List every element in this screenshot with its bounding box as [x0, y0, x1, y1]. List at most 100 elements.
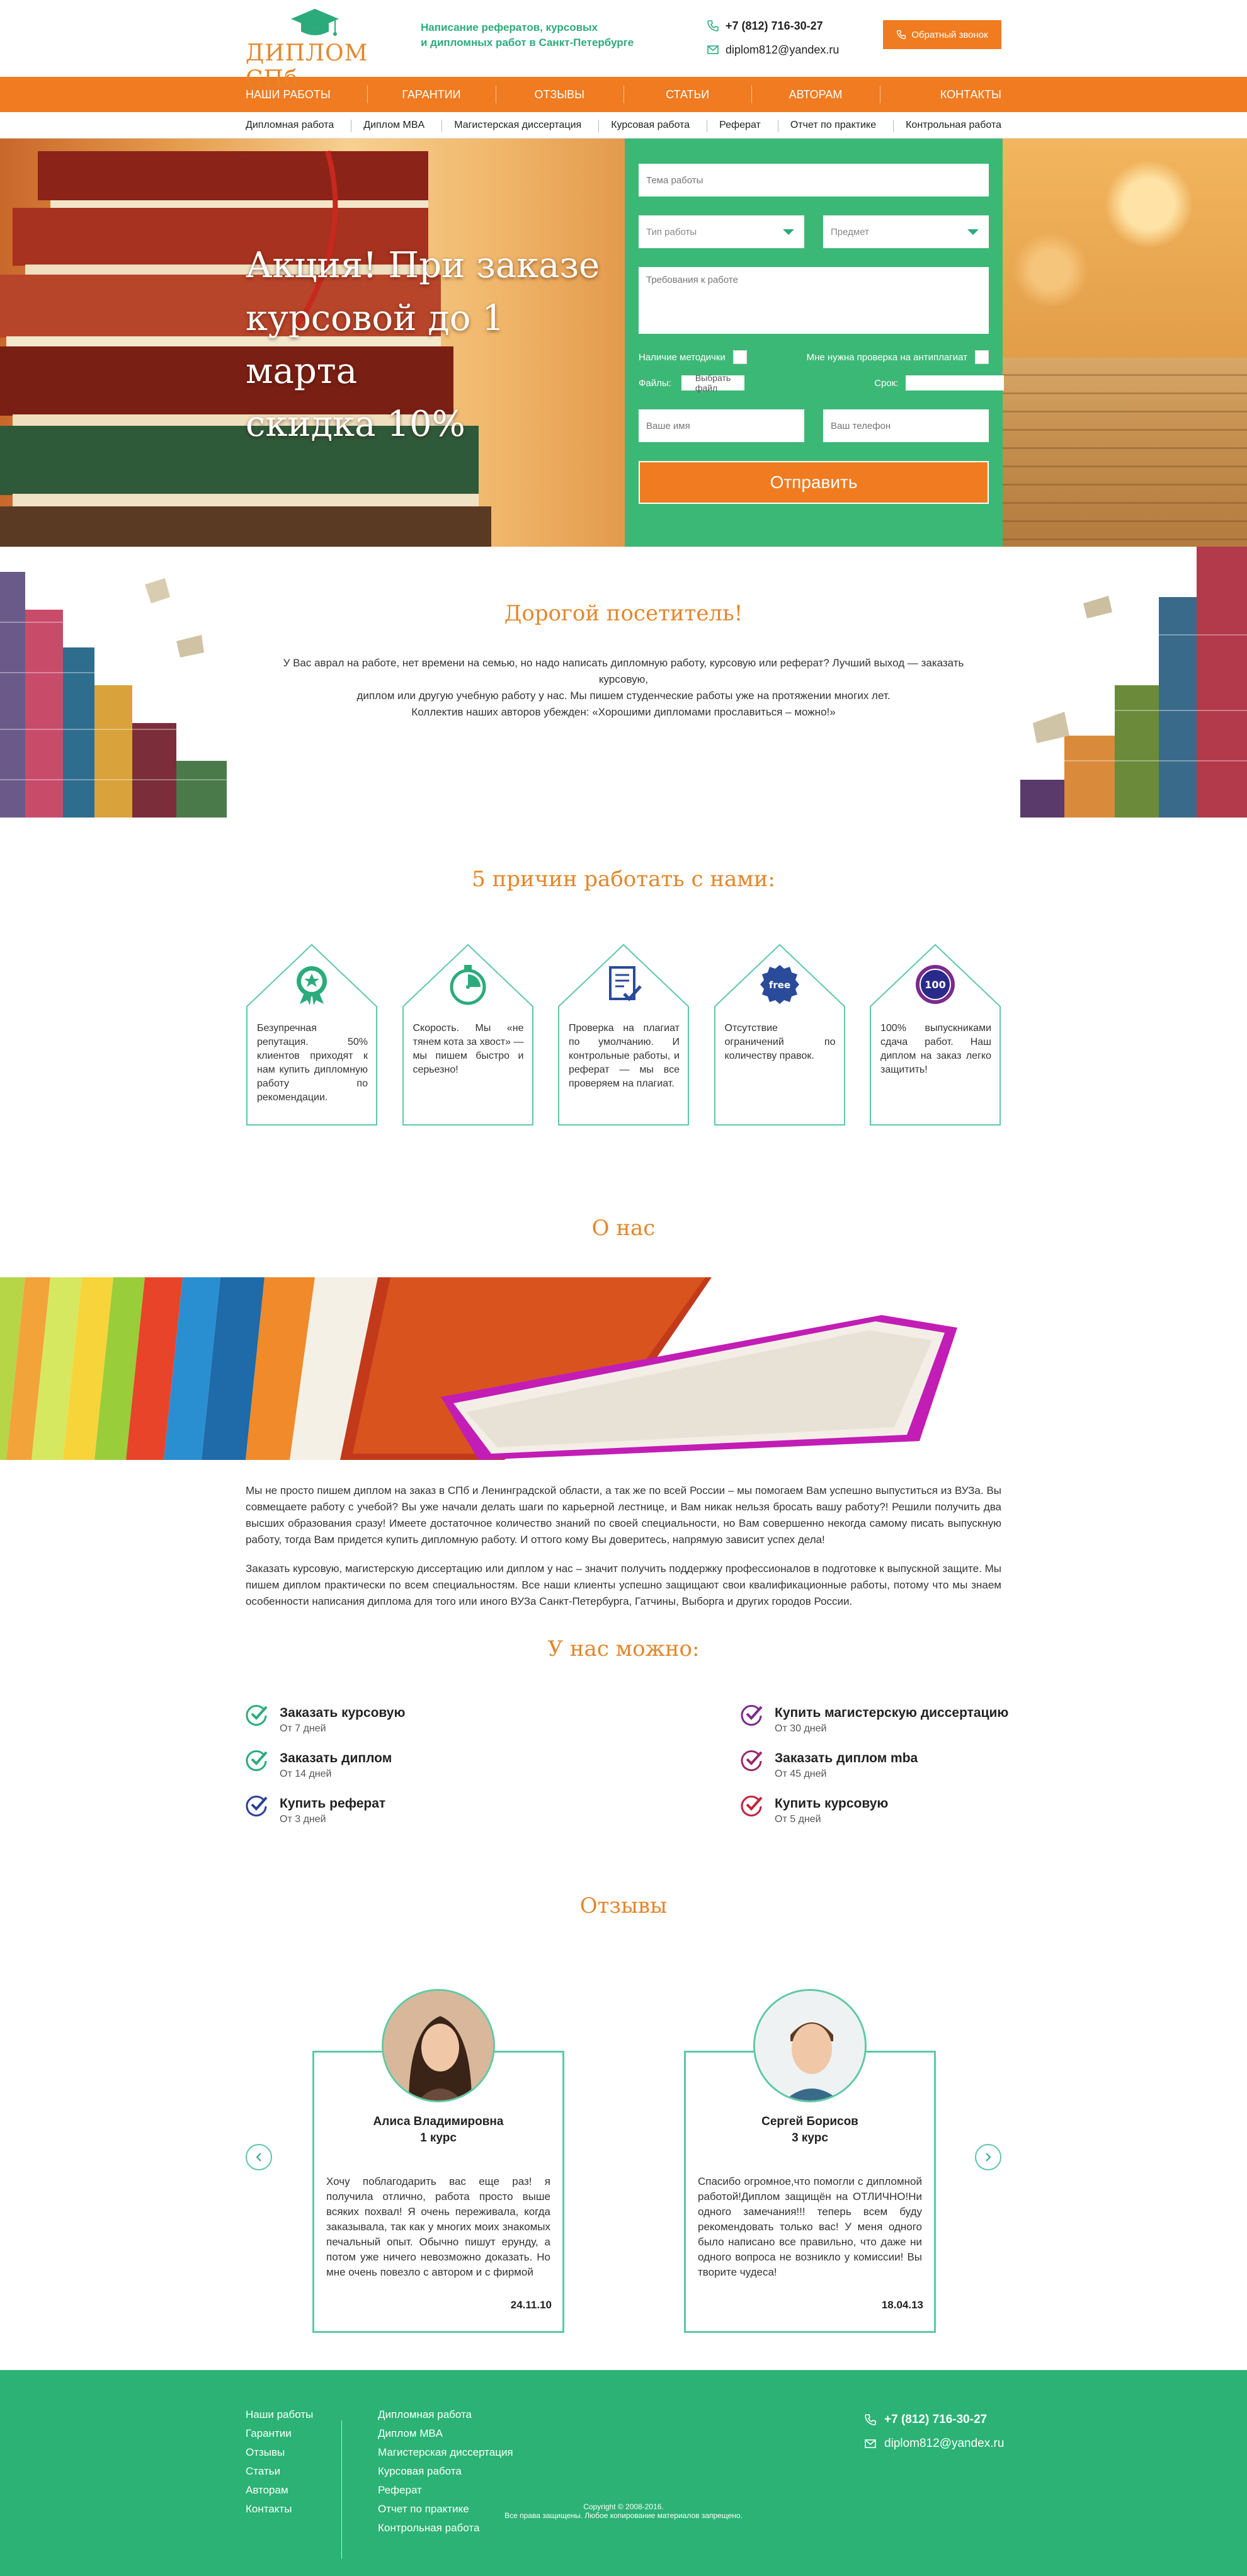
- subnav-item-essay[interactable]: Реферат: [707, 120, 773, 132]
- nav-item-works[interactable]: Наши работы: [246, 88, 367, 101]
- site-footer: Наши работы Гарантии Отзывы Статьи Автор…: [0, 2370, 1247, 2576]
- header-email-text: diplom812@yandex.ru: [726, 43, 840, 56]
- name-input[interactable]: [639, 409, 804, 442]
- service-term: От 14 дней: [280, 1769, 332, 1779]
- about-title: О нас: [591, 1216, 656, 1241]
- free-badge-text: free: [768, 979, 790, 991]
- nav-item-contacts[interactable]: Контакты: [879, 85, 1001, 103]
- footer-link-guarantees[interactable]: Гарантии: [246, 2424, 313, 2443]
- service-item[interactable]: Заказать курсовую От 7 дней: [246, 1705, 573, 1751]
- subnav-item-diploma[interactable]: Дипломная работа: [246, 120, 346, 131]
- methods-checkbox[interactable]: [732, 350, 747, 364]
- footer-link-diploma[interactable]: Дипломная работа: [378, 2405, 513, 2424]
- phone-input[interactable]: [823, 409, 989, 442]
- topic-input[interactable]: [639, 164, 989, 197]
- antiplagiat-checkbox[interactable]: [975, 350, 989, 364]
- footer-link-test-work[interactable]: Контрольная работа: [378, 2519, 513, 2538]
- nav-item-guarantees[interactable]: Гарантии: [367, 85, 495, 103]
- review-text: Хочу поблагодарить вас еще раз! я получи…: [326, 2175, 550, 2278]
- reviews-title: Отзывы: [579, 1893, 668, 1918]
- free-badge-icon: free: [760, 965, 799, 1004]
- antiplagiat-label: Мне нужна проверка на антиплагиат: [806, 351, 967, 363]
- service-item[interactable]: Заказать диплом mba От 45 дней: [741, 1750, 1068, 1796]
- service-term: От 5 дней: [775, 1814, 821, 1825]
- header-phone[interactable]: +7 (812) 716-30-27: [707, 14, 839, 38]
- avatar: [753, 1989, 867, 2102]
- reviews-next-button[interactable]: [975, 2144, 1001, 2170]
- subnav-item-practice-report[interactable]: Отчет по практике: [777, 120, 889, 132]
- service-title: Купить курсовую: [775, 1796, 889, 1811]
- service-term: От 3 дней: [280, 1814, 326, 1825]
- footer-link-master[interactable]: Магистерская диссертация: [378, 2443, 513, 2462]
- site-logo[interactable]: ДИПЛОМ СПб: [246, 8, 397, 92]
- copyright-line2: Все права защищены. Любое копирование ма…: [504, 2511, 743, 2520]
- reviewer-name: Алиса Владимировна: [373, 2115, 504, 2128]
- phone-icon: [897, 30, 906, 40]
- site-tagline: Написание рефератов, курсовых и дипломны…: [421, 20, 685, 50]
- footer-link-reviews[interactable]: Отзывы: [246, 2443, 313, 2462]
- footer-email[interactable]: diplom812@yandex.ru: [864, 2432, 1004, 2456]
- antiplagiat-checkbox-group: Мне нужна проверка на антиплагиат: [807, 350, 989, 364]
- footer-link-works[interactable]: Наши работы: [246, 2405, 313, 2424]
- header-phone-text: +7 (812) 716-30-27: [726, 19, 823, 32]
- avatar: [382, 1989, 495, 2102]
- tagline-line1: Написание рефератов, курсовых: [421, 21, 598, 33]
- subnav-item-test-work[interactable]: Контрольная работа: [893, 120, 1001, 132]
- check-circle-icon: [741, 1750, 763, 1771]
- service-item[interactable]: Купить магистерскую диссертацию От 30 дн…: [741, 1705, 1068, 1751]
- service-item[interactable]: Купить курсовую От 5 дней: [741, 1796, 1068, 1842]
- nav-item-authors[interactable]: Авторам: [751, 85, 879, 103]
- callback-button[interactable]: Обратный звонок: [883, 20, 1001, 49]
- check-circle-icon: [246, 1796, 268, 1816]
- reasons-section: 5 причин работать с нами: Безупречная ре…: [0, 818, 1247, 1158]
- tagline-line2: и дипломных работ в Санкт-Петербурге: [421, 37, 634, 48]
- footer-phone-text: +7 (812) 716-30-27: [884, 2413, 988, 2426]
- review-text: Спасибо огромное,что помогли с дипломной…: [698, 2175, 922, 2278]
- footer-phone[interactable]: +7 (812) 716-30-27: [864, 2408, 1004, 2432]
- reason-text: Отсутствие ограничений по количеству пра…: [724, 1023, 836, 1061]
- services-title: У нас можно:: [547, 1636, 700, 1661]
- footer-link-essay[interactable]: Реферат: [378, 2481, 513, 2500]
- services-left-column: Заказать курсовую От 7 дней Заказать дип…: [246, 1705, 573, 1842]
- requirements-textarea[interactable]: [639, 267, 989, 334]
- colorful-books-image: [0, 1277, 1247, 1460]
- subnav-item-master[interactable]: Магистерская диссертация: [441, 120, 594, 132]
- service-title: Купить реферат: [280, 1796, 386, 1811]
- copyright-line1: Copyright © 2008-2016.: [583, 2502, 664, 2511]
- footer-link-authors[interactable]: Авторам: [246, 2481, 313, 2500]
- service-item[interactable]: Заказать диплом От 14 дней: [246, 1750, 573, 1796]
- hero-promo-text: Акция! При заказе курсовой до 1 марта ск…: [246, 239, 611, 451]
- welcome-line2: диплом или другую учебную работу у нас. …: [356, 690, 891, 702]
- submit-order-button[interactable]: Отправить: [639, 461, 989, 504]
- about-text: Мы не просто пишем диплом на заказ в СПб…: [246, 1483, 1001, 1610]
- chevron-down-icon: [967, 229, 979, 235]
- nav-item-reviews[interactable]: Отзывы: [495, 85, 624, 103]
- file-deadline-row: Файлы: Выбрать файл Срок:: [639, 373, 1005, 393]
- subnav-item-coursework[interactable]: Курсовая работа: [598, 120, 702, 132]
- service-title: Купить магистерскую диссертацию: [775, 1706, 1009, 1720]
- footer-link-mba[interactable]: Диплом MBA: [378, 2424, 513, 2443]
- chevron-right-icon: [986, 2153, 991, 2162]
- subnav-item-mba[interactable]: Диплом MBA: [351, 120, 437, 132]
- main-nav: Наши работы Гарантии Отзывы Статьи Автор…: [0, 77, 1247, 112]
- methods-label: Наличие методички: [639, 351, 726, 363]
- subject-select[interactable]: Предмет: [823, 215, 989, 248]
- header-email[interactable]: diplom812@yandex.ru: [707, 38, 839, 62]
- service-title: Заказать курсовую: [280, 1706, 406, 1720]
- choose-file-button[interactable]: Выбрать файл: [681, 373, 745, 393]
- services-section: У нас можно: Заказать курсовую От 7 дней…: [0, 1599, 1247, 1863]
- check-circle-icon: [246, 1705, 268, 1726]
- footer-link-coursework[interactable]: Курсовая работа: [378, 2462, 513, 2481]
- welcome-line3: Коллектив наших авторов убежден: «Хороши…: [411, 706, 836, 718]
- reason-text: Безупречная репутация. 50% клиентов прих…: [257, 1023, 368, 1103]
- reviewer-course: 1 курс: [420, 2131, 457, 2145]
- reviews-prev-button[interactable]: [246, 2144, 272, 2170]
- about-paragraph-1: Мы не просто пишем диплом на заказ в СПб…: [246, 1485, 1001, 1546]
- deadline-input[interactable]: [906, 375, 1005, 390]
- service-item[interactable]: Купить реферат От 3 дней: [246, 1796, 573, 1842]
- review-date: 18.04.13: [881, 2299, 923, 2311]
- order-form: Тип работы Предмет Наличие методички Мне…: [625, 139, 1005, 547]
- footer-link-articles[interactable]: Статьи: [246, 2462, 313, 2481]
- nav-item-articles[interactable]: Статьи: [623, 85, 751, 103]
- work-type-select[interactable]: Тип работы: [639, 215, 804, 248]
